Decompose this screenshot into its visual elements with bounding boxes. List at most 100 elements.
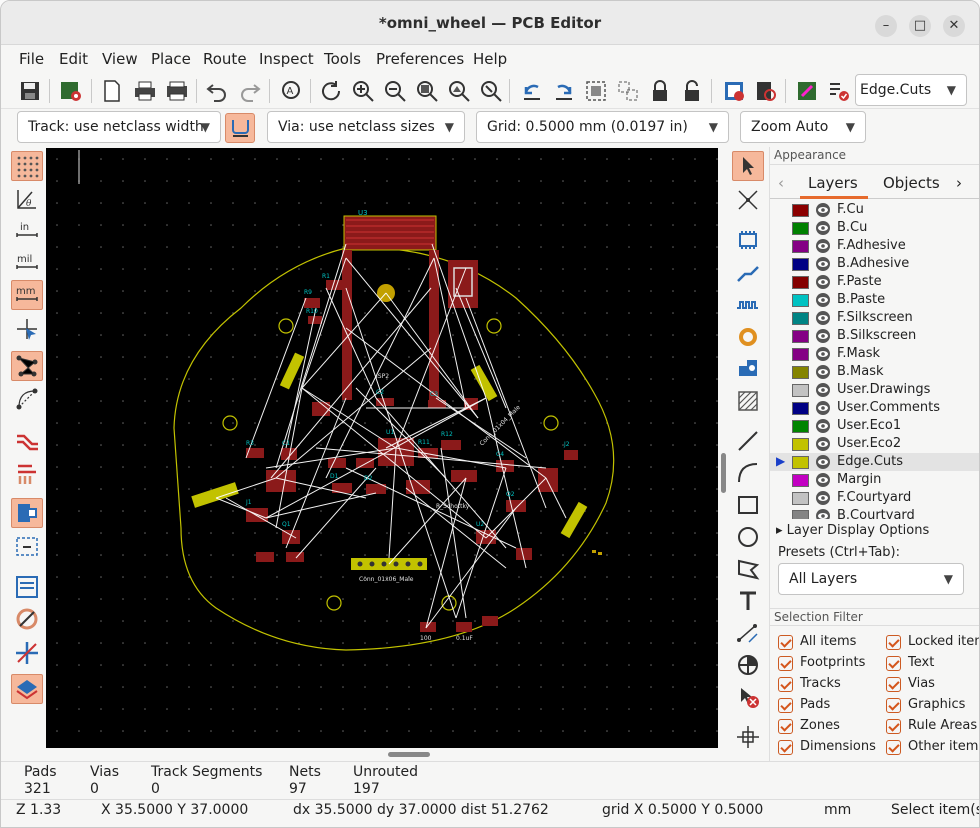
checkbox-checked-icon[interactable] (778, 635, 793, 650)
canvas-horizontal-scrollbar[interactable] (46, 750, 718, 760)
tab-layers[interactable]: Layers (808, 174, 858, 192)
checkbox-checked-icon[interactable] (778, 740, 793, 755)
zoom-select[interactable]: Zoom Auto ▼ (740, 111, 866, 143)
layer-color-swatch[interactable] (792, 312, 809, 325)
layer-color-swatch[interactable] (792, 456, 809, 469)
redo-icon[interactable] (236, 77, 264, 105)
eye-icon[interactable] (815, 490, 831, 506)
canvas-vertical-scrollbar[interactable] (720, 148, 728, 748)
checkbox-checked-icon[interactable] (886, 719, 901, 734)
layer-color-swatch[interactable] (792, 510, 809, 519)
menu-route[interactable]: Route (203, 50, 247, 68)
layer-display-options[interactable]: ▸ Layer Display Options (776, 523, 929, 538)
layer-row[interactable]: F.Mask (770, 345, 979, 363)
checkbox-checked-icon[interactable] (778, 698, 793, 713)
eye-icon[interactable] (815, 310, 831, 326)
eye-icon[interactable] (815, 346, 831, 362)
layer-color-swatch[interactable] (792, 384, 809, 397)
eye-icon[interactable] (815, 508, 831, 519)
menu-view[interactable]: View (102, 50, 138, 68)
local-ratsnest-icon[interactable] (732, 185, 764, 215)
select-icon[interactable] (732, 151, 764, 181)
pcb-canvas[interactable]: U3 ISP2 Conn_01x06_Male Conn_01x04_Male … (46, 148, 718, 748)
pad-display-icon[interactable] (11, 498, 43, 528)
layer-color-swatch[interactable] (792, 474, 809, 487)
footprint-editor-icon[interactable] (720, 77, 748, 105)
page-settings-icon[interactable] (98, 77, 126, 105)
zoom-objects-icon[interactable] (445, 77, 473, 105)
menu-place[interactable]: Place (151, 50, 191, 68)
grid-origin-icon[interactable] (732, 722, 764, 752)
tab-scroll-left-icon[interactable]: ‹ (778, 174, 784, 192)
high-contrast-icon[interactable] (11, 638, 43, 668)
rotate-cw-icon[interactable] (550, 77, 578, 105)
checkbox-checked-icon[interactable] (778, 719, 793, 734)
checkbox-checked-icon[interactable] (886, 698, 901, 713)
layer-color-swatch[interactable] (792, 348, 809, 361)
eye-icon[interactable] (815, 418, 831, 434)
eye-icon[interactable] (815, 274, 831, 290)
reference-origin-icon[interactable] (732, 650, 764, 680)
minimize-button[interactable]: – (875, 15, 897, 37)
eye-icon[interactable] (815, 454, 831, 470)
eye-icon[interactable] (815, 202, 831, 218)
save-icon[interactable] (16, 77, 44, 105)
update-from-schematic-icon[interactable] (793, 77, 821, 105)
layer-row[interactable]: User.Eco2 (770, 435, 979, 453)
eye-icon[interactable] (815, 436, 831, 452)
menu-help[interactable]: Help (473, 50, 507, 68)
board-setup-icon[interactable] (57, 77, 85, 105)
layer-row[interactable]: F.Adhesive (770, 237, 979, 255)
layer-color-swatch[interactable] (792, 492, 809, 505)
mils-icon[interactable]: mil (11, 248, 43, 278)
circle-icon[interactable] (732, 522, 764, 552)
layer-select[interactable]: Edge.Cuts ▼ (855, 74, 967, 106)
polar-coords-icon[interactable]: θ (11, 184, 43, 214)
layer-color-swatch[interactable] (792, 438, 809, 451)
layer-row[interactable]: F.Paste (770, 273, 979, 291)
checkbox-checked-icon[interactable] (886, 677, 901, 692)
layer-row[interactable]: B.Paste (770, 291, 979, 309)
layer-stack-icon[interactable] (11, 674, 43, 704)
rectangle-icon[interactable] (732, 490, 764, 520)
tab-scroll-right-icon[interactable]: › (956, 174, 962, 192)
track-display-icon[interactable] (11, 572, 43, 602)
unlock-icon[interactable] (678, 77, 706, 105)
layer-row[interactable]: B.Mask (770, 363, 979, 381)
find-icon[interactable]: A (277, 77, 305, 105)
checkbox-checked-icon[interactable] (886, 635, 901, 650)
zone-display-icon[interactable] (11, 604, 43, 634)
layer-color-swatch[interactable] (792, 276, 809, 289)
lock-icon[interactable] (646, 77, 674, 105)
menu-tools[interactable]: Tools (324, 50, 361, 68)
layer-row[interactable]: F.Cu (770, 201, 979, 219)
print-icon[interactable] (131, 77, 159, 105)
cursor-crosshair-icon[interactable] (11, 314, 43, 344)
layer-color-swatch[interactable] (792, 240, 809, 253)
layer-row[interactable]: User.Eco1 (770, 417, 979, 435)
layer-color-swatch[interactable] (792, 258, 809, 271)
layer-row[interactable]: B.Courtyard (770, 507, 979, 519)
track-highlight-icon[interactable] (11, 426, 43, 456)
inches-icon[interactable]: in (11, 216, 43, 246)
eye-icon[interactable] (815, 220, 831, 236)
plot-icon[interactable] (163, 77, 191, 105)
eye-icon[interactable] (815, 472, 831, 488)
delete-icon[interactable] (732, 682, 764, 712)
layer-color-swatch[interactable] (792, 294, 809, 307)
via-size-select[interactable]: Via: use netclass sizes ▼ (267, 111, 465, 143)
menu-preferences[interactable]: Preferences (376, 50, 464, 68)
eye-icon[interactable] (815, 256, 831, 272)
layer-color-swatch[interactable] (792, 402, 809, 415)
close-button[interactable]: ✕ (943, 15, 965, 37)
layer-row[interactable]: F.Courtyard (770, 489, 979, 507)
zone-icon[interactable] (732, 354, 764, 384)
tab-objects[interactable]: Objects (883, 174, 940, 192)
layer-row[interactable]: ▶ Edge.Cuts (770, 453, 979, 471)
layer-row[interactable]: F.Silkscreen (770, 309, 979, 327)
track-width-select[interactable]: Track: use netclass width ▼ (17, 111, 221, 143)
layer-row[interactable]: Margin (770, 471, 979, 489)
eye-icon[interactable] (815, 382, 831, 398)
eye-icon[interactable] (815, 328, 831, 344)
auto-track-width-icon[interactable] (225, 113, 255, 143)
